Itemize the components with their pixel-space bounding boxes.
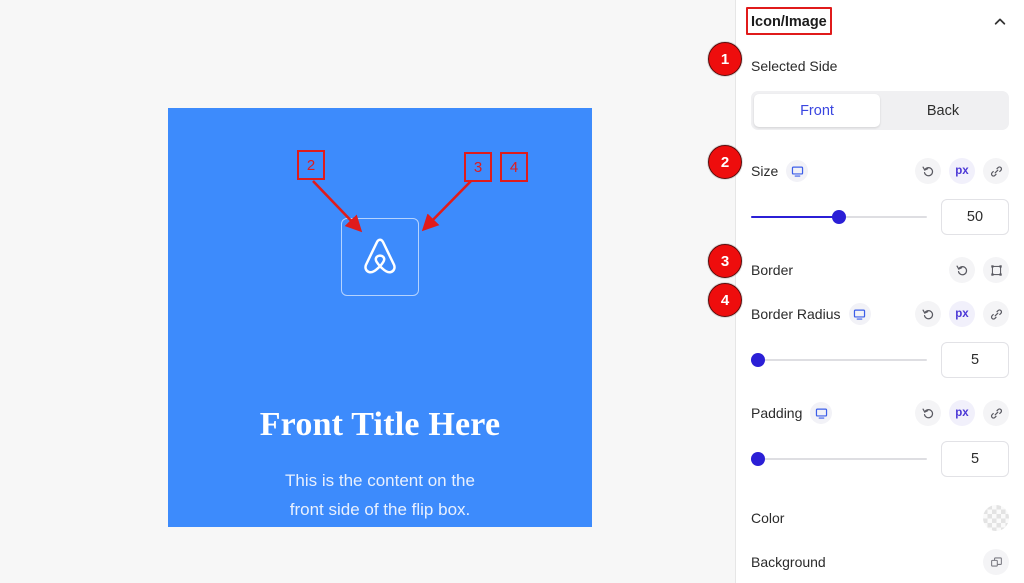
border-radius-slider-track <box>751 358 927 362</box>
border-frame-icon[interactable] <box>983 257 1009 283</box>
desktop-icon-border-radius[interactable] <box>848 303 871 325</box>
link-icon-padding[interactable] <box>983 400 1009 426</box>
panel-body: Selected Side Front Back Size px 50 Bord… <box>736 43 1024 577</box>
panel-header[interactable]: Icon/Image <box>736 0 1024 43</box>
canvas-annotation-box-2: 2 <box>297 150 325 180</box>
size-slider-thumb[interactable] <box>832 210 846 224</box>
panel-title: Icon/Image <box>751 13 827 30</box>
background-row: Background <box>751 547 1009 577</box>
link-icon-border-radius[interactable] <box>983 301 1009 327</box>
reset-icon-padding[interactable] <box>915 400 941 426</box>
size-label-group: Size <box>751 160 809 182</box>
padding-slider[interactable] <box>751 451 927 467</box>
flip-box-preview[interactable]: Front Title Here This is the content on … <box>168 108 592 527</box>
front-content-line-2: front side of the flip box. <box>289 500 471 520</box>
padding-label-group: Padding <box>751 402 833 424</box>
size-slider-row: 50 <box>751 199 1009 235</box>
border-radius-slider-row: 5 <box>751 342 1009 378</box>
border-radius-label-group: Border Radius <box>751 303 871 325</box>
size-slider[interactable] <box>751 209 927 225</box>
selected-side-segmented-control[interactable]: Front Back <box>751 91 1009 130</box>
size-row: Size px <box>751 156 1009 186</box>
annotation-arrow-3 <box>421 180 472 232</box>
canvas-annotation-box-4: 4 <box>500 152 528 182</box>
border-radius-slider[interactable] <box>751 352 927 368</box>
border-radius-row: Border Radius px <box>751 299 1009 329</box>
annotation-badge-3: 3 <box>708 244 742 278</box>
size-label: Size <box>751 163 779 179</box>
unit-toggle-padding[interactable]: px <box>949 400 975 426</box>
padding-slider-thumb[interactable] <box>751 452 766 466</box>
padding-tools: px <box>915 400 1009 426</box>
editor-canvas: Front Title Here This is the content on … <box>0 0 735 583</box>
unit-toggle-size[interactable]: px <box>949 158 975 184</box>
front-title-text: Front Title Here <box>259 406 501 443</box>
unit-toggle-border-radius[interactable]: px <box>949 301 975 327</box>
selected-side-label: Selected Side <box>751 58 838 74</box>
desktop-icon-padding[interactable] <box>810 402 833 424</box>
size-value-input[interactable]: 50 <box>941 199 1009 235</box>
border-row: Border <box>751 255 1009 285</box>
border-radius-slider-thumb[interactable] <box>751 353 766 367</box>
background-label: Background <box>751 554 826 570</box>
layers-copy-icon[interactable] <box>983 549 1009 575</box>
size-slider-fill <box>751 215 839 219</box>
annotation-badge-4: 4 <box>708 283 742 317</box>
padding-slider-row: 5 <box>751 441 1009 477</box>
padding-value-input[interactable]: 5 <box>941 441 1009 477</box>
front-content-text: This is the content on the front side of… <box>168 466 592 525</box>
border-radius-value-input[interactable]: 5 <box>941 342 1009 378</box>
annotation-badge-1: 1 <box>708 42 742 76</box>
selected-side-row: Selected Side <box>751 51 1009 81</box>
padding-slider-track <box>751 457 927 461</box>
color-swatch-button[interactable] <box>983 505 1009 531</box>
border-tools <box>949 257 1009 283</box>
padding-label: Padding <box>751 405 803 421</box>
side-tab-back[interactable]: Back <box>880 94 1006 127</box>
annotation-arrow-2 <box>312 180 363 233</box>
settings-panel: Icon/Image Selected Side Front Back Size <box>735 0 1024 583</box>
annotation-badge-2: 2 <box>708 145 742 179</box>
color-label: Color <box>751 510 785 526</box>
airbnb-logo-icon <box>357 234 403 280</box>
reset-icon-border[interactable] <box>949 257 975 283</box>
border-label: Border <box>751 262 794 278</box>
chevron-up-icon[interactable] <box>993 15 1007 29</box>
color-row: Color <box>751 503 1009 533</box>
padding-row: Padding px <box>751 398 1009 428</box>
reset-icon-border-radius[interactable] <box>915 301 941 327</box>
side-tab-front[interactable]: Front <box>754 94 880 127</box>
border-radius-tools: px <box>915 301 1009 327</box>
front-content-line-1: This is the content on the <box>285 471 475 490</box>
size-tools: px <box>915 158 1009 184</box>
desktop-icon-size[interactable] <box>786 160 809 182</box>
reset-icon-size[interactable] <box>915 158 941 184</box>
link-icon-size[interactable] <box>983 158 1009 184</box>
border-radius-label: Border Radius <box>751 306 841 322</box>
